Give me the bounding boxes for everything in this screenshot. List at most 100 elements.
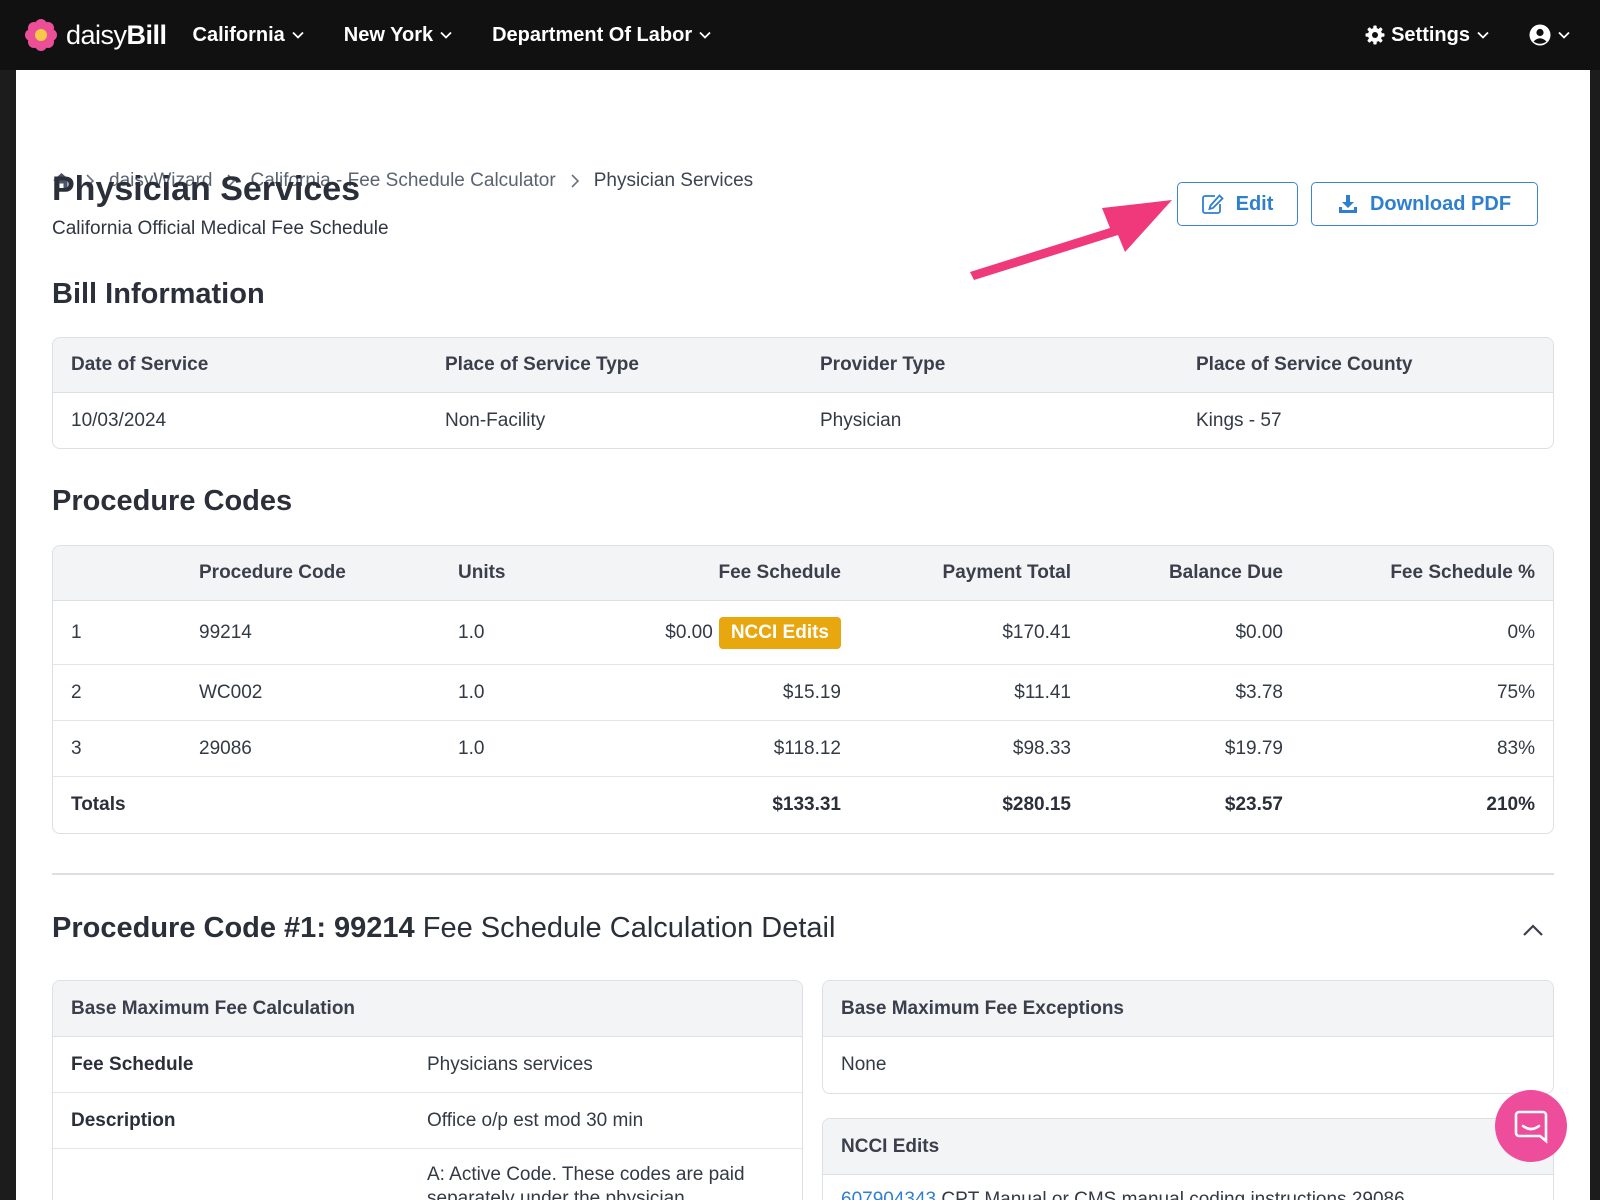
procedure-detail-heading: Procedure Code #1: 99214 Fee Schedule Ca… [52, 912, 835, 945]
nav-california-label: California [192, 23, 285, 46]
card-row: A: Active Code. These codes are paid sep… [53, 1149, 802, 1200]
column-header-number [53, 546, 199, 601]
row-key: Fee Schedule [71, 1053, 194, 1075]
breadcrumb-current: Physician Services [593, 170, 754, 191]
table-row: 2 WC002 1.0 $15.19 $11.41 $3.78 75% [53, 665, 1553, 721]
procedure-number-link[interactable]: 2 [53, 665, 199, 721]
procedure-detail-heading-bold: Procedure Code #1: 99214 [52, 912, 415, 944]
chat-icon [1514, 1110, 1548, 1144]
place-of-service-type-value: Non-Facility [445, 409, 546, 431]
nav-department-of-labor[interactable]: Department Of Labor [492, 24, 711, 47]
column-header: Place of Service County [1178, 338, 1553, 393]
ncci-edit-text: CPT Manual or CMS manual coding instruct… [941, 1189, 1405, 1200]
fee-schedule-percent: 75% [1283, 665, 1553, 721]
bill-information-table: Date of Service Place of Service Type Pr… [52, 337, 1554, 449]
card-row: Fee Schedule Physicians services [53, 1037, 802, 1093]
column-header: Date of Service [53, 338, 427, 393]
nav-new-york[interactable]: New York [344, 24, 452, 47]
table-header-row: Procedure Code Units Fee Schedule Paymen… [53, 546, 1553, 601]
table-row: 1 99214 1.0 $0.00 NCCI Edits $170.41 $0.0… [53, 601, 1553, 665]
brand-logo[interactable]: daisyBill [24, 18, 167, 52]
ncci-edit-link[interactable]: 607904343 [841, 1189, 936, 1200]
fee-schedule-value: $118.12 [608, 721, 841, 777]
procedure-code: WC002 [199, 665, 458, 721]
exceptions-value: None [841, 1054, 887, 1075]
column-header: Fee Schedule % [1283, 546, 1553, 601]
ncci-edits-badge[interactable]: NCCI Edits [718, 616, 841, 649]
nav-california[interactable]: California [193, 24, 304, 47]
payment-total: $170.41 [841, 601, 1071, 665]
procedure-code: 29086 [199, 721, 458, 777]
table-header-row: Date of Service Place of Service Type Pr… [53, 338, 1553, 393]
units: 1.0 [458, 601, 608, 665]
procedure-codes-table: Procedure Code Units Fee Schedule Paymen… [52, 545, 1554, 834]
total-fee-schedule-percent: 210% [1486, 794, 1535, 815]
top-nav: daisyBill California New York Department… [0, 0, 1600, 70]
table-row: 3 29086 1.0 $118.12 $98.33 $19.79 83% [53, 721, 1553, 777]
bill-information-heading: Bill Information [52, 278, 265, 310]
base-max-fee-exceptions-card: Base Maximum Fee Exceptions None [822, 980, 1554, 1094]
chat-launcher-button[interactable] [1495, 1090, 1567, 1162]
card-header: Base Maximum Fee Calculation [53, 981, 802, 1037]
procedure-code: 99214 [199, 601, 458, 665]
download-icon [1338, 195, 1357, 213]
column-header: Balance Due [1071, 546, 1283, 601]
edit-icon [1201, 194, 1224, 214]
procedure-number-link[interactable]: 3 [53, 721, 199, 777]
card-header: Base Maximum Fee Exceptions [823, 981, 1553, 1037]
units: 1.0 [458, 721, 608, 777]
edit-button[interactable]: Edit [1177, 182, 1298, 226]
download-pdf-label: Download PDF [1369, 192, 1512, 215]
daisy-flower-icon [25, 19, 57, 51]
chevron-right-icon [571, 174, 579, 188]
fee-schedule-cell: $0.00 NCCI Edits [608, 601, 841, 665]
fee-schedule-value: $0.00 [665, 621, 713, 643]
nav-new-york-label: New York [343, 23, 434, 46]
empty-cell [199, 777, 458, 833]
base-max-fee-calculation-card: Base Maximum Fee Calculation Fee Schedul… [52, 980, 803, 1200]
annotation-arrow [970, 200, 1172, 280]
date-of-service-value: 10/03/2024 [71, 409, 167, 431]
procedure-number-link[interactable]: 1 [53, 601, 199, 665]
column-header: Units [458, 546, 608, 601]
balance-due: $3.78 [1071, 665, 1283, 721]
chevron-down-icon [1477, 31, 1489, 39]
provider-type-value: Physician [820, 409, 902, 431]
settings-label: Settings [1391, 23, 1470, 46]
nav-dol-label: Department Of Labor [492, 23, 693, 46]
user-menu[interactable] [1529, 24, 1570, 46]
fee-schedule-percent: 83% [1283, 721, 1553, 777]
column-header: Procedure Code [199, 546, 458, 601]
ncci-edit-line: 607904343 CPT Manual or CMS manual codin… [823, 1175, 1553, 1200]
total-balance-due: $23.57 [1224, 794, 1283, 815]
empty-cell [458, 777, 608, 833]
section-divider [52, 873, 1554, 875]
units: 1.0 [458, 665, 608, 721]
page-subtitle: California Official Medical Fee Schedule [52, 218, 389, 239]
edit-label: Edit [1235, 192, 1274, 215]
window-frame-left [0, 70, 16, 1200]
row-value: A: Active Code. These codes are paid sep… [427, 1164, 745, 1200]
chevron-up-icon[interactable] [1522, 923, 1544, 937]
column-header: Payment Total [841, 546, 1071, 601]
procedure-codes-heading: Procedure Codes [52, 485, 293, 517]
chevron-down-icon [699, 31, 711, 39]
procedure-detail-heading-rest: Fee Schedule Calculation Detail [422, 912, 836, 944]
chevron-down-icon [1558, 31, 1570, 39]
brand-name: daisyBill [66, 19, 167, 50]
total-fee-schedule: $133.31 [772, 794, 841, 815]
row-value: Physicians services [427, 1053, 593, 1075]
download-pdf-button[interactable]: Download PDF [1311, 182, 1538, 226]
payment-total: $98.33 [841, 721, 1071, 777]
ncci-edits-card: NCCI Edits 607904343 CPT Manual or CMS m… [822, 1118, 1554, 1200]
page-title: Physician Services [52, 170, 361, 208]
column-header: Fee Schedule [608, 546, 841, 601]
fee-schedule-value: $15.19 [608, 665, 841, 721]
window-frame-right [1590, 70, 1600, 1200]
total-payment: $280.15 [1002, 794, 1071, 815]
column-header: Provider Type [802, 338, 1178, 393]
fee-schedule-percent: 0% [1283, 601, 1553, 665]
settings-menu[interactable]: Settings [1365, 24, 1489, 47]
row-key: Description [71, 1109, 176, 1131]
balance-due: $0.00 [1071, 601, 1283, 665]
